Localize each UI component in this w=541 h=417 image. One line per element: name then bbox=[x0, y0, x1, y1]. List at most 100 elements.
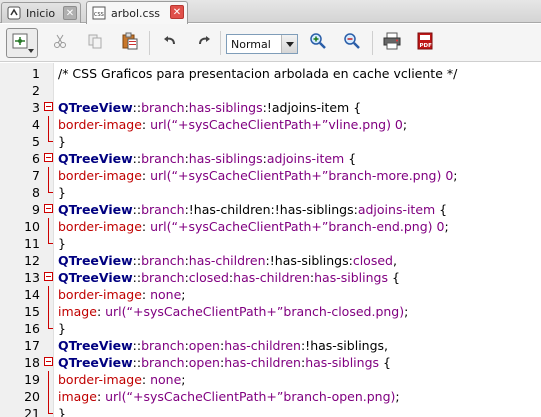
code-text: QTreeView::branch:!has-children:!has-sib… bbox=[58, 201, 447, 218]
copy-button[interactable] bbox=[83, 31, 107, 55]
code-text: image: url(“+sysCacheClientPath+”branch-… bbox=[58, 388, 400, 405]
zoom-in-button[interactable] bbox=[306, 31, 330, 55]
code-token: ; bbox=[404, 304, 409, 319]
code-text: border-image: url(“+sysCacheClientPath+”… bbox=[58, 218, 449, 235]
chevron-down-icon[interactable] bbox=[281, 35, 297, 53]
code-line[interactable]: 2 bbox=[0, 82, 541, 99]
code-token: has-siblings bbox=[188, 100, 263, 115]
code-line[interactable]: 17 QTreeView::branch:open:has-children:!h… bbox=[0, 337, 541, 354]
undo-icon bbox=[162, 33, 178, 53]
code-text: image: url(“+sysCacheClientPath+”branch-… bbox=[58, 303, 408, 320]
paste-button[interactable] bbox=[118, 31, 142, 55]
code-token: ; bbox=[395, 389, 400, 404]
code-line[interactable]: 1 /* CSS Graficos para presentacion arbol… bbox=[0, 65, 541, 82]
code-line[interactable]: 5} bbox=[0, 133, 541, 150]
code-token: ; bbox=[181, 287, 186, 302]
line-number: 14 bbox=[24, 287, 40, 302]
code-line[interactable]: 9 QTreeView::branch:!has-children:!has-si… bbox=[0, 201, 541, 218]
line-number: 13 bbox=[24, 270, 40, 285]
code-line[interactable]: 7 border-image: url(“+sysCacheClientPath+… bbox=[0, 167, 541, 184]
line-number: 1 bbox=[32, 66, 40, 81]
code-line[interactable]: 15 image: url(“+sysCacheClientPath+”branc… bbox=[0, 303, 541, 320]
fold-collapse-icon[interactable] bbox=[44, 272, 54, 282]
zoom-out-button[interactable] bbox=[340, 31, 364, 55]
line-number: 15 bbox=[24, 304, 40, 319]
code-line[interactable]: 8} bbox=[0, 184, 541, 201]
code-line[interactable]: 3 QTreeView::branch:has-siblings:!adjoins… bbox=[0, 99, 541, 116]
code-token: : bbox=[96, 304, 106, 319]
code-token: :: bbox=[132, 270, 142, 285]
fold-guide-line bbox=[44, 218, 54, 235]
document-menu-icon bbox=[11, 32, 29, 54]
code-token: } bbox=[58, 185, 66, 200]
close-icon[interactable]: ✕ bbox=[63, 6, 77, 20]
tab-arbol-css[interactable]: CSS arbol.css ✕ bbox=[86, 1, 188, 24]
code-line[interactable]: 12 QTreeView::branch:has-children:!has-si… bbox=[0, 252, 541, 269]
pdf-export-button[interactable]: PDF bbox=[413, 31, 437, 55]
line-number: 3 bbox=[32, 100, 40, 115]
code-editor[interactable]: 1 /* CSS Graficos para presentacion arbol… bbox=[0, 63, 541, 417]
line-number: 17 bbox=[24, 338, 40, 353]
tab-inicio[interactable]: Inicio ✕ bbox=[1, 2, 81, 23]
code-token: none bbox=[150, 287, 182, 302]
code-token: image bbox=[58, 304, 97, 319]
code-line[interactable]: 11} bbox=[0, 235, 541, 252]
code-line[interactable]: 14 border-image: none; bbox=[0, 286, 541, 303]
code-token: branch bbox=[141, 355, 185, 370]
fold-guide-line bbox=[44, 286, 54, 303]
zoom-select[interactable]: Normal bbox=[226, 34, 298, 54]
code-line[interactable]: 10 border-image: url(“+sysCacheClientPath… bbox=[0, 218, 541, 235]
code-line[interactable]: 20 image: url(“+sysCacheClientPath+”branc… bbox=[0, 388, 541, 405]
code-token: QTreeView bbox=[58, 100, 133, 115]
line-number: 19 bbox=[24, 372, 40, 387]
code-token: url(“+sysCacheClientPath+”branch-closed.… bbox=[105, 304, 405, 319]
code-line[interactable]: 19 border-image: none; bbox=[0, 371, 541, 388]
print-icon bbox=[383, 32, 401, 54]
document-menu-button[interactable] bbox=[6, 28, 38, 58]
code-token: branch bbox=[141, 202, 185, 217]
code-text: QTreeView::branch:open:has-children:has-… bbox=[58, 354, 391, 371]
code-line[interactable]: 16} bbox=[0, 320, 541, 337]
code-line[interactable]: 18 QTreeView::branch:open:has-children:ha… bbox=[0, 354, 541, 371]
fold-collapse-icon[interactable] bbox=[44, 204, 54, 214]
print-button[interactable] bbox=[380, 31, 404, 55]
fold-collapse-icon[interactable] bbox=[44, 357, 54, 367]
code-token: border-image bbox=[58, 168, 142, 183]
line-number: 20 bbox=[24, 389, 40, 404]
code-line[interactable]: 21} bbox=[0, 405, 541, 417]
line-number: 8 bbox=[32, 185, 40, 200]
code-line[interactable]: 4 border-image: url(“+sysCacheClientPath+… bbox=[0, 116, 541, 133]
code-token: } bbox=[58, 406, 66, 417]
code-token: : bbox=[141, 168, 151, 183]
line-number: 7 bbox=[32, 168, 40, 183]
code-text: border-image: none; bbox=[58, 286, 186, 303]
code-token: :: bbox=[132, 355, 142, 370]
close-icon[interactable]: ✕ bbox=[170, 5, 184, 19]
zoom-select-value: Normal bbox=[231, 37, 271, 51]
fold-collapse-icon[interactable] bbox=[44, 153, 54, 163]
tab-bar: Inicio ✕ CSS arbol.css ✕ bbox=[0, 0, 541, 24]
fold-end-marker bbox=[44, 235, 54, 248]
code-token: QTreeView bbox=[58, 338, 133, 353]
fold-end-marker bbox=[44, 184, 54, 197]
line-number: 6 bbox=[32, 151, 40, 166]
code-token: :!has-siblings: bbox=[265, 253, 353, 268]
code-token: : bbox=[96, 389, 106, 404]
fold-collapse-icon[interactable] bbox=[44, 102, 54, 112]
code-line[interactable]: 13 QTreeView::branch:closed:has-children:… bbox=[0, 269, 541, 286]
cut-button[interactable] bbox=[48, 31, 72, 55]
code-token: border-image bbox=[58, 219, 142, 234]
redo-button[interactable] bbox=[192, 31, 216, 55]
code-text: } bbox=[58, 235, 66, 252]
code-line[interactable]: 6 QTreeView::branch:has-siblings:adjoins-… bbox=[0, 150, 541, 167]
code-token: :!has-siblings, bbox=[300, 338, 389, 353]
code-token: : bbox=[141, 219, 151, 234]
code-token: has-siblings bbox=[314, 270, 388, 285]
line-number: 11 bbox=[24, 236, 40, 251]
undo-button[interactable] bbox=[158, 31, 182, 55]
pdf-export-icon: PDF bbox=[416, 32, 434, 54]
code-token: none bbox=[150, 372, 182, 387]
code-token: ; bbox=[402, 117, 408, 132]
code-token: : bbox=[141, 117, 151, 132]
fold-guide-line bbox=[44, 116, 54, 133]
